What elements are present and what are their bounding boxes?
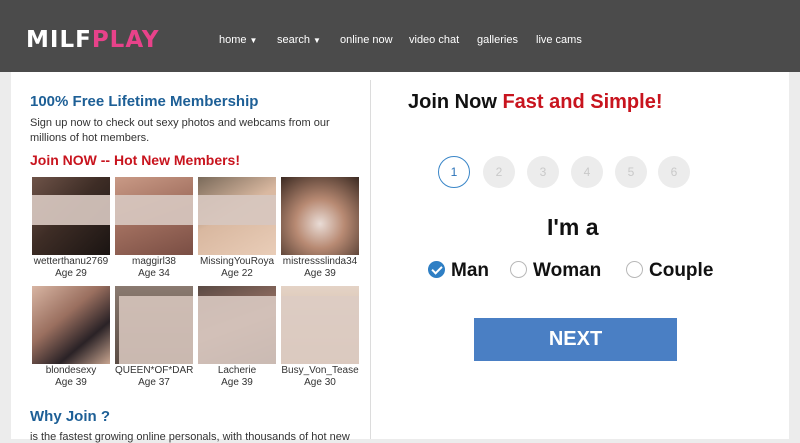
nav-online-now[interactable]: online now bbox=[340, 34, 393, 46]
signup-panel: Join Now Fast and Simple! 1 2 3 4 5 6 I'… bbox=[371, 72, 789, 439]
step-indicator-5: 5 bbox=[615, 156, 647, 188]
step-indicator-2: 2 bbox=[483, 156, 515, 188]
option-woman[interactable]: Woman bbox=[510, 260, 601, 282]
top-navigation-bar: MILFPLAY home ▼ search ▼ online now video … bbox=[0, 0, 800, 72]
censor-blur bbox=[115, 195, 193, 225]
gender-question: I'm a bbox=[547, 214, 599, 240]
member-age: Age 34 bbox=[138, 268, 170, 279]
member-age: Age 39 bbox=[55, 377, 87, 388]
censor-blur bbox=[198, 195, 276, 225]
member-name[interactable]: wetterthanu2769 bbox=[32, 256, 110, 267]
signup-heading: Join Now Fast and Simple! bbox=[408, 91, 662, 114]
logo-part-1: MILF bbox=[26, 27, 92, 53]
nav-video-chat[interactable]: video chat bbox=[409, 34, 459, 46]
step-indicator-1: 1 bbox=[438, 156, 470, 188]
radio-empty-icon[interactable] bbox=[510, 261, 527, 278]
member-name[interactable]: maggirl38 bbox=[115, 256, 193, 267]
member-name[interactable]: Busy_Von_Tease bbox=[281, 365, 359, 376]
membership-text: Sign up now to check out sexy photos and… bbox=[30, 117, 330, 144]
member-card[interactable]: Busy_Von_Tease Age 30 bbox=[281, 286, 359, 388]
step-indicator-6: 6 bbox=[658, 156, 690, 188]
member-photo[interactable] bbox=[198, 177, 276, 255]
member-photo[interactable] bbox=[115, 177, 193, 255]
member-photo[interactable] bbox=[32, 177, 110, 255]
radio-checked-icon[interactable] bbox=[428, 261, 445, 278]
member-name[interactable]: blondesexy bbox=[32, 365, 110, 376]
nav-live-cams[interactable]: live cams bbox=[536, 34, 582, 46]
member-card[interactable]: MissingYouRoya Age 22 bbox=[198, 177, 276, 279]
censor-blur bbox=[281, 296, 359, 364]
member-age: Age 37 bbox=[138, 377, 170, 388]
member-card[interactable]: QUEEN*OF*DARKN Age 37 bbox=[115, 286, 193, 388]
option-couple-label: Couple bbox=[649, 260, 714, 281]
left-column: 100% Free Lifetime Membership Sign up no… bbox=[11, 72, 370, 443]
why-join-text: is the fastest growing online personals,… bbox=[30, 431, 350, 443]
next-button[interactable]: NEXT bbox=[474, 318, 677, 361]
member-name[interactable]: MissingYouRoya bbox=[198, 256, 276, 267]
step-indicator-4: 4 bbox=[571, 156, 603, 188]
option-man-label: Man bbox=[451, 260, 489, 281]
censor-blur bbox=[119, 296, 193, 364]
member-name[interactable]: QUEEN*OF*DARKN bbox=[115, 365, 193, 376]
member-photo[interactable] bbox=[115, 286, 193, 364]
option-couple[interactable]: Couple bbox=[626, 260, 713, 282]
member-card[interactable]: blondesexy Age 39 bbox=[32, 286, 110, 388]
member-photo[interactable] bbox=[281, 286, 359, 364]
page-content: 100% Free Lifetime Membership Sign up no… bbox=[11, 72, 789, 443]
logo-part-2: PLAY bbox=[91, 27, 160, 53]
member-name[interactable]: mistressslinda34 bbox=[281, 256, 359, 267]
membership-heading: 100% Free Lifetime Membership bbox=[30, 93, 259, 110]
member-card[interactable]: mistressslinda34 Age 39 bbox=[281, 177, 359, 279]
nav-search[interactable]: search ▼ bbox=[277, 34, 321, 46]
step-indicator-3: 3 bbox=[527, 156, 559, 188]
member-age: Age 29 bbox=[55, 268, 87, 279]
nav-search-label: search bbox=[277, 34, 311, 46]
site-logo[interactable]: MILFPLAY bbox=[26, 27, 160, 53]
chevron-down-icon: ▼ bbox=[313, 36, 321, 45]
member-photo[interactable] bbox=[198, 286, 276, 364]
new-members-heading: Join NOW -- Hot New Members! bbox=[30, 152, 241, 168]
nav-galleries[interactable]: galleries bbox=[477, 34, 518, 46]
signup-heading-dark: Join Now bbox=[408, 91, 497, 113]
nav-home-label: home bbox=[219, 34, 247, 46]
member-card[interactable]: Lacherie Age 39 bbox=[198, 286, 276, 388]
member-name[interactable]: Lacherie bbox=[198, 365, 276, 376]
member-photo[interactable] bbox=[281, 177, 359, 255]
member-age: Age 39 bbox=[304, 268, 336, 279]
censor-blur bbox=[32, 195, 110, 225]
member-photo[interactable] bbox=[32, 286, 110, 364]
radio-empty-icon[interactable] bbox=[626, 261, 643, 278]
option-woman-label: Woman bbox=[533, 260, 602, 281]
member-card[interactable]: maggirl38 Age 34 bbox=[115, 177, 193, 279]
nav-home[interactable]: home ▼ bbox=[219, 34, 257, 46]
option-man[interactable]: Man bbox=[428, 260, 489, 282]
censor-blur bbox=[198, 296, 276, 364]
member-age: Age 39 bbox=[221, 377, 253, 388]
member-age: Age 30 bbox=[304, 377, 336, 388]
chevron-down-icon: ▼ bbox=[249, 36, 258, 45]
why-join-heading: Why Join ? bbox=[30, 408, 110, 425]
signup-heading-red: Fast and Simple! bbox=[502, 91, 663, 113]
member-card[interactable]: wetterthanu2769 Age 29 bbox=[32, 177, 110, 279]
member-age: Age 22 bbox=[221, 268, 253, 279]
